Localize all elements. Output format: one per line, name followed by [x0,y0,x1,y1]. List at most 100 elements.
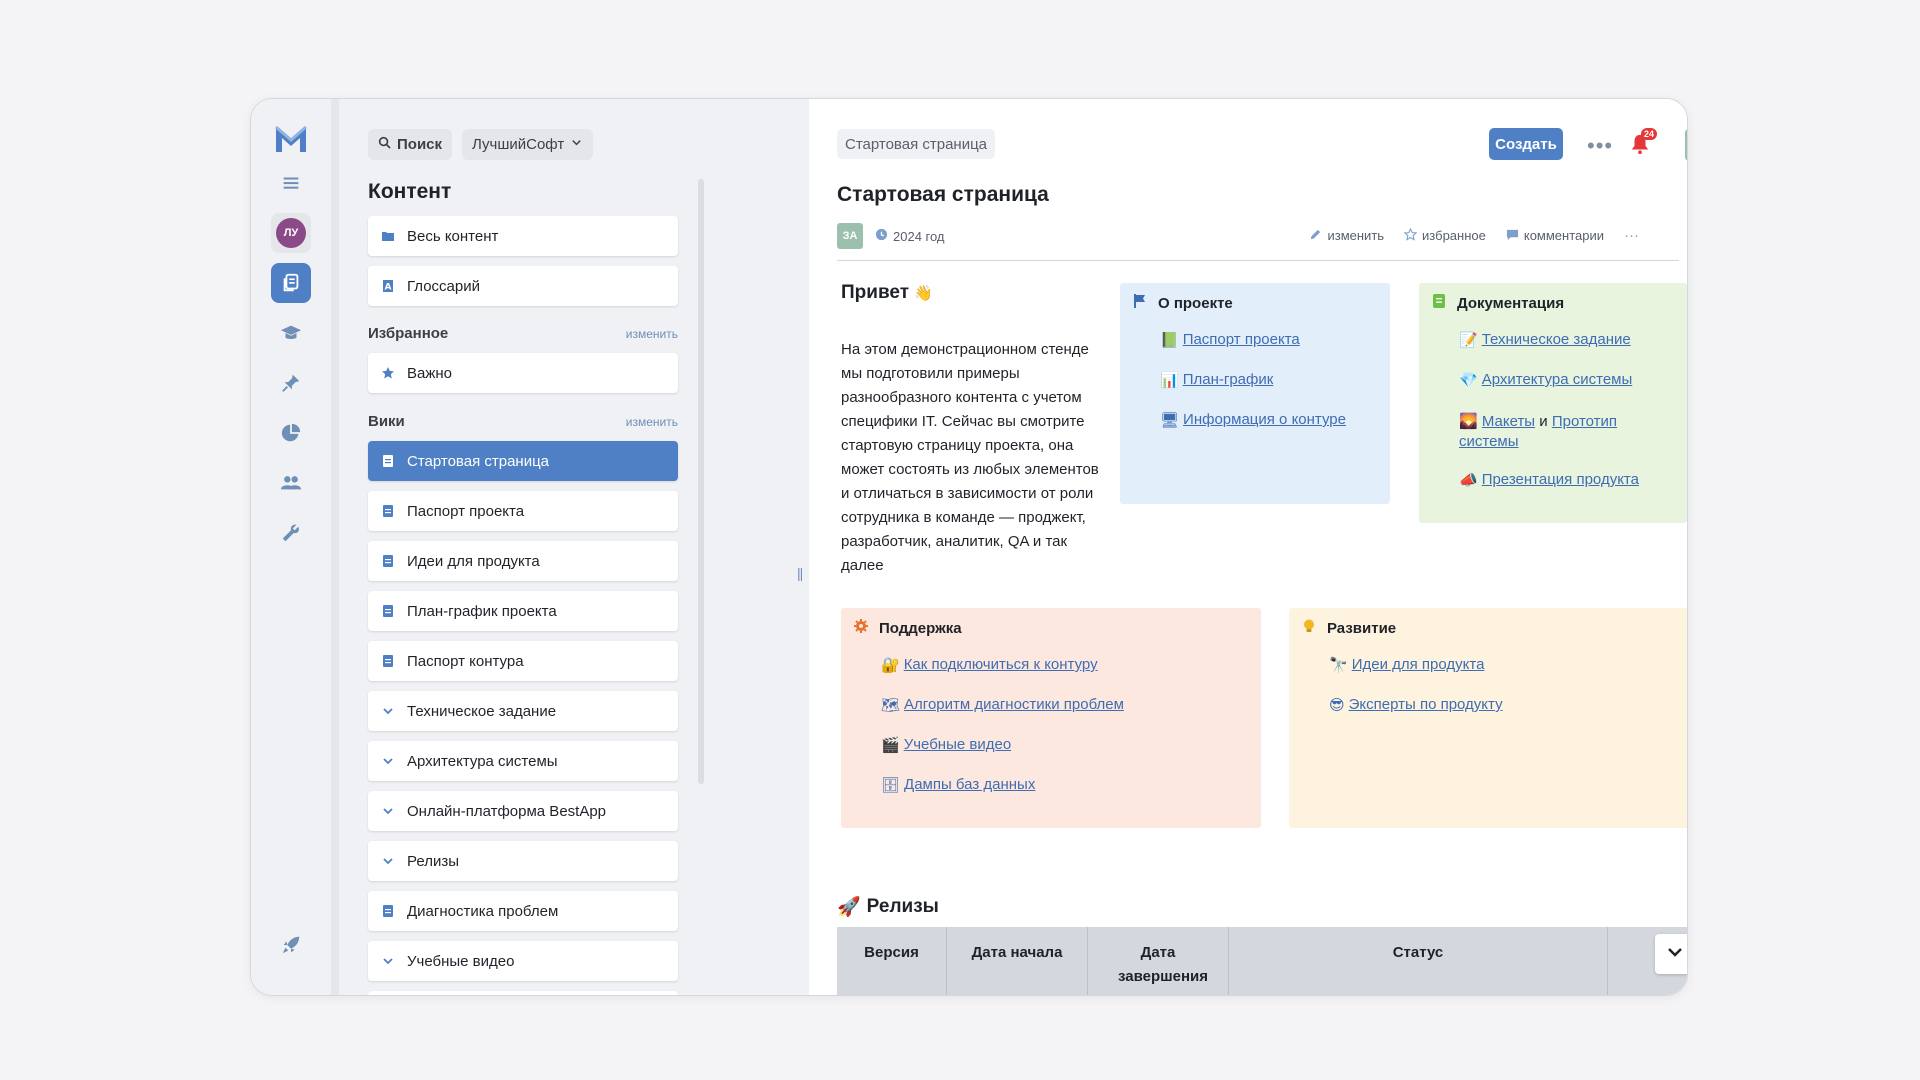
link-how-to-connect[interactable]: 🔐 Как подключиться к контуру [881,656,1098,674]
page-more-button[interactable]: ··· [1624,227,1639,244]
telescope-emoji: 🔭 [1329,656,1348,674]
link-text[interactable]: Учебные видео [904,736,1011,753]
title-divider [837,260,1679,261]
link-diagnostics-algorithm[interactable]: 🗺 Алгоритм диагностики проблем [881,696,1124,714]
star-icon [381,366,395,380]
link-text[interactable]: Информация о контуре [1183,411,1346,428]
sidebar-item-label: План-график проекта [407,602,557,620]
gear-icon [853,618,869,638]
link-text[interactable]: Как подключиться к контуру [904,656,1098,673]
comments-button[interactable]: комментарии [1506,228,1604,244]
sidebar-item-project-passport[interactable]: Паспорт проекта [368,491,678,531]
sidebar-item-label: Важно [407,364,453,382]
link-text[interactable]: Дампы баз данных [904,776,1035,793]
greeting-heading: Привет 👋 [841,282,933,304]
org-select[interactable]: ЛучшийСофт [462,129,594,160]
rocket-icon[interactable] [271,925,311,965]
content-nav-icon[interactable] [271,263,311,303]
link-mockups-prototype[interactable]: 🌄 Макеты и Прототип системы [1459,411,1679,452]
avatar[interactable]: ЗА [1685,129,1687,161]
wrench-icon[interactable] [271,513,311,553]
link-text[interactable]: Алгоритм диагностики проблем [904,696,1124,713]
link-tech-spec[interactable]: 📝 Техническое задание [1459,331,1631,349]
more-menu-button[interactable]: ••• [1587,133,1613,159]
sidebar-item-product-ideas[interactable]: Идеи для продукта [368,541,678,581]
edit-page-button[interactable]: изменить [1309,228,1384,244]
link-product-ideas[interactable]: 🔭 Идеи для продукта [1329,656,1484,674]
chevron-down-icon[interactable] [381,704,395,718]
graduation-cap-icon[interactable] [271,313,311,353]
link-text[interactable]: Техническое задание [1482,331,1631,348]
notifications-button[interactable]: 24 [1629,128,1658,157]
link-text[interactable]: Презентация продукта [1482,471,1639,488]
link-mockups[interactable]: Макеты [1482,413,1535,430]
memo-emoji: 📝 [1459,331,1478,349]
avatar: ЛУ [276,218,306,248]
resize-handle-icon[interactable]: || [797,565,803,581]
svg-text:A: A [385,283,392,293]
page-icon [381,554,395,568]
link-text[interactable]: План-график [1183,371,1274,388]
chevron-down-icon[interactable] [381,854,395,868]
sidebar-item-label: Техническое задание [407,702,557,720]
app-logo-icon[interactable] [271,119,311,159]
sidebar-item-next [368,991,678,995]
sidebar-item-architecture[interactable]: Архитектура системы [368,741,678,781]
link-schedule[interactable]: 📊 План-график [1160,371,1273,389]
chevron-down-icon[interactable] [381,954,395,968]
author-avatar[interactable]: ЗА [837,223,863,249]
team-icon[interactable] [271,463,311,503]
docs-card-title-text: Документация [1457,294,1565,312]
link-project-passport[interactable]: 📗 Паспорт проекта [1160,331,1300,349]
breadcrumb[interactable]: Стартовая страница [837,129,996,159]
clock-icon [875,228,888,244]
column-header-start-date[interactable]: Дата начала [947,927,1088,995]
column-header-status[interactable]: Статус [1229,927,1608,995]
landscape-emoji: 🌄 [1459,412,1478,430]
pie-chart-icon[interactable] [271,413,311,453]
chevron-down-icon[interactable] [381,804,395,818]
sidebar-item-glossary[interactable]: A Глоссарий [368,266,678,306]
wiki-edit-link[interactable]: изменить [626,415,678,429]
sidebar-item-releases[interactable]: Релизы [368,841,678,881]
link-text[interactable]: Идеи для продукта [1352,656,1485,673]
link-text[interactable]: Архитектура системы [1482,371,1633,388]
favorite-page-button[interactable]: избранное [1403,227,1486,244]
sidebar-item-all-content[interactable]: Весь контент [368,216,678,256]
sidebar-item-schedule[interactable]: План-график проекта [368,591,678,631]
green-doc-icon [1431,293,1447,313]
link-text[interactable]: Паспорт проекта [1183,331,1300,348]
link-training-videos[interactable]: 🎬 Учебные видео [881,736,1011,754]
sidebar-item-circuit-passport[interactable]: Паспорт контура [368,641,678,681]
user-avatar-rail[interactable]: ЛУ [271,213,311,253]
sidebar-item-label: Онлайн-платформа BestApp [407,802,607,820]
create-button[interactable]: Создать [1489,128,1563,160]
link-text[interactable]: Эксперты по продукту [1349,696,1503,713]
about-card-title: О проекте [1132,293,1233,313]
sidebar-item-tech-spec[interactable]: Техническое задание [368,691,678,731]
chevron-down-icon[interactable] [381,754,395,768]
favorites-edit-link[interactable]: изменить [626,327,678,341]
link-db-dumps[interactable]: 🗄 Дампы баз данных [881,776,1035,794]
sidebar-scrollbar[interactable] [698,179,704,784]
documentation-card: Документация 📝 Техническое задание 💎 Арх… [1419,283,1687,523]
search-icon [378,136,391,153]
pin-icon[interactable] [271,363,311,403]
search-button[interactable]: Поиск [368,129,453,160]
sidebar-item-diagnostics[interactable]: Диагностика проблем [368,891,678,931]
link-architecture[interactable]: 💎 Архитектура системы [1459,371,1632,389]
sidebar-item-important[interactable]: Важно [368,353,678,393]
cabinet-emoji: 🗄 [881,776,901,794]
link-presentation[interactable]: 📣 Презентация продукта [1459,471,1639,489]
rail-separator [331,99,339,995]
sidebar-item-videos[interactable]: Учебные видео [368,941,678,981]
link-circuit-info[interactable]: 🖥 Информация о контуре [1160,411,1346,429]
scroll-down-button[interactable] [1655,934,1687,974]
link-product-experts[interactable]: 😎 Эксперты по продукту [1329,696,1503,714]
menu-icon[interactable] [271,163,311,203]
sidebar-item-start-page[interactable]: Стартовая страница [368,441,678,481]
sidebar-item-bestapp[interactable]: Онлайн-платформа BestApp [368,791,678,831]
column-header-version[interactable]: Версия [837,927,947,995]
lightbulb-icon [1301,618,1317,638]
column-header-end-date[interactable]: Дата завершения [1088,927,1229,995]
